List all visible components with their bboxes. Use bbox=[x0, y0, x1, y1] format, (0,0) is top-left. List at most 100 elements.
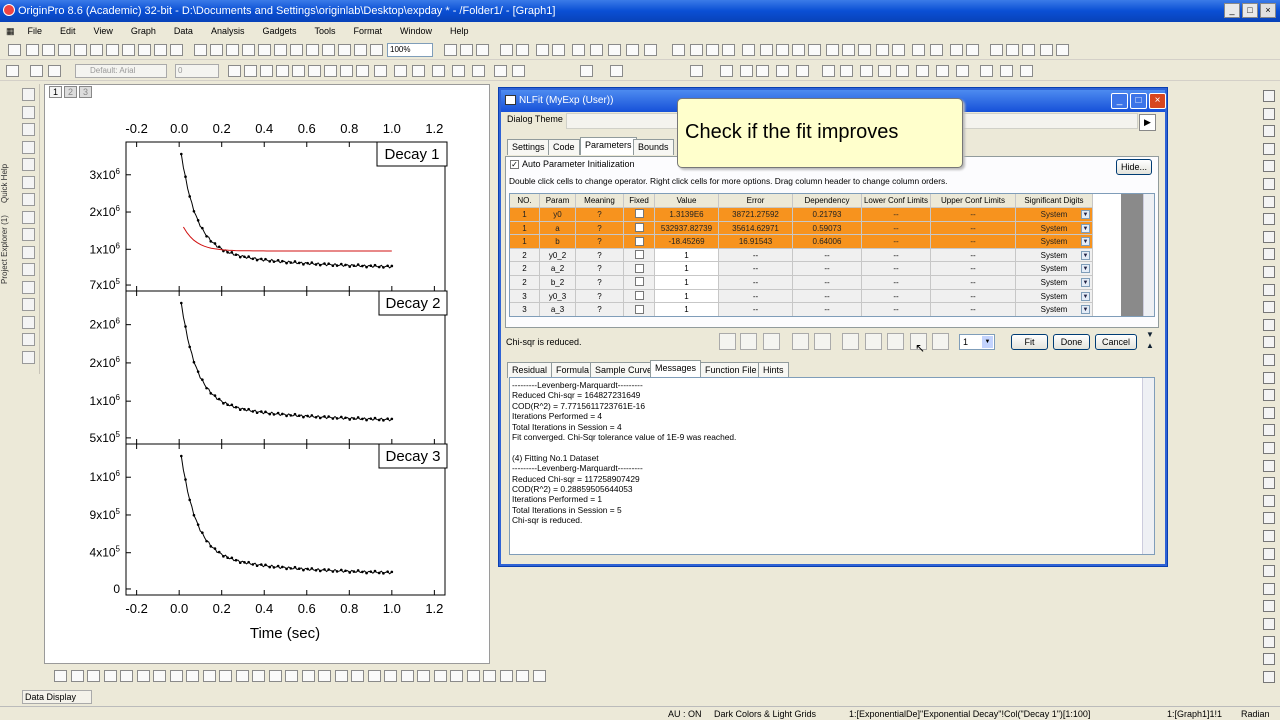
side-tool-icon[interactable] bbox=[1263, 125, 1275, 138]
tool-icon[interactable] bbox=[22, 193, 35, 206]
object-tool-icon[interactable] bbox=[186, 670, 199, 682]
grid-cell[interactable]: System ▼ bbox=[1016, 235, 1093, 249]
done-button[interactable]: Done bbox=[1053, 334, 1090, 350]
format-button-icon[interactable] bbox=[796, 65, 809, 77]
chevron-down-icon[interactable]: ▼ bbox=[1081, 250, 1090, 260]
format-button-icon[interactable] bbox=[980, 65, 993, 77]
format-button-icon[interactable] bbox=[1000, 65, 1013, 77]
grid-cell[interactable]: 1 bbox=[655, 248, 719, 263]
toolbar-button-icon[interactable] bbox=[912, 44, 925, 56]
side-tool-icon[interactable] bbox=[1263, 318, 1275, 331]
tool-icon[interactable] bbox=[22, 315, 35, 329]
grid-cell[interactable]: 38721.27592 bbox=[719, 208, 793, 222]
grid-cell[interactable]: y0_3 bbox=[540, 289, 576, 304]
format-button-icon[interactable] bbox=[512, 65, 525, 77]
grid-cell[interactable]: System ▼ bbox=[1016, 248, 1093, 263]
object-tool-icon[interactable] bbox=[285, 670, 298, 682]
format-button-icon[interactable] bbox=[878, 65, 891, 77]
layer-1-button[interactable]: 1 bbox=[49, 86, 62, 98]
grid-cell[interactable] bbox=[624, 276, 655, 290]
grid-cell[interactable]: -- bbox=[862, 303, 931, 316]
side-tool-icon[interactable] bbox=[1263, 195, 1275, 208]
side-tool-icon[interactable] bbox=[1263, 565, 1275, 578]
tab-code[interactable]: Code bbox=[548, 139, 580, 155]
toolbar-button-icon[interactable] bbox=[626, 44, 639, 56]
toolbar-button-icon[interactable] bbox=[354, 44, 367, 56]
toolbar-button-icon[interactable] bbox=[742, 44, 755, 56]
format-button-icon[interactable] bbox=[374, 65, 387, 77]
grid-cell[interactable]: 3 bbox=[510, 289, 540, 304]
side-tool-icon[interactable] bbox=[1263, 653, 1275, 666]
object-tool-icon[interactable] bbox=[417, 670, 430, 682]
grid-cell[interactable]: -- bbox=[931, 289, 1016, 304]
grid-cell[interactable] bbox=[624, 303, 655, 316]
side-tool-icon[interactable] bbox=[1263, 406, 1275, 419]
iterations-select[interactable]: 1 ▼ bbox=[959, 334, 995, 350]
object-tool-icon[interactable] bbox=[433, 670, 447, 682]
grid-cell[interactable] bbox=[624, 262, 655, 276]
menu-format[interactable]: Format bbox=[345, 26, 392, 36]
toolbar-button-icon[interactable] bbox=[138, 44, 151, 56]
format-button-icon[interactable] bbox=[244, 65, 257, 77]
menu-edit[interactable]: Edit bbox=[51, 26, 85, 36]
grid-cell[interactable] bbox=[624, 235, 655, 249]
toolbar-button-icon[interactable] bbox=[552, 44, 565, 56]
grid-cell[interactable]: ? bbox=[576, 289, 624, 304]
toolbar-button-icon[interactable] bbox=[370, 44, 383, 56]
side-tool-icon[interactable] bbox=[1263, 477, 1275, 490]
grid-cell[interactable]: 1 bbox=[510, 208, 540, 222]
chevron-down-icon[interactable]: ▼ bbox=[1081, 305, 1090, 315]
object-tool-icon[interactable] bbox=[136, 670, 150, 682]
side-tool-icon[interactable] bbox=[1263, 90, 1275, 102]
format-button-icon[interactable] bbox=[452, 65, 465, 77]
side-tool-icon[interactable] bbox=[1263, 266, 1275, 278]
format-button-icon[interactable] bbox=[30, 65, 43, 77]
toolbar-button-icon[interactable] bbox=[516, 44, 529, 56]
object-tool-icon[interactable] bbox=[268, 670, 282, 682]
grid-cell[interactable]: 532937.82739 bbox=[655, 221, 719, 236]
toolbar-button-icon[interactable] bbox=[842, 44, 855, 56]
tab-parameters[interactable]: Parameters bbox=[580, 137, 637, 155]
grid-cell[interactable]: -- bbox=[719, 289, 793, 304]
toolbar-button-icon[interactable] bbox=[760, 44, 773, 56]
grid-cell[interactable]: y0_2 bbox=[540, 248, 576, 263]
fixed-checkbox[interactable] bbox=[634, 250, 644, 260]
parameter-row[interactable]: 2 b_2? 1 -- -- -- -- System ▼ bbox=[510, 276, 1120, 290]
fit-tool-icon[interactable] bbox=[792, 333, 809, 350]
parameter-row[interactable]: 3 y0_3? 1 -- -- -- -- System ▼ bbox=[510, 289, 1120, 304]
toolbar-button-icon[interactable] bbox=[42, 44, 55, 56]
fixed-checkbox[interactable] bbox=[634, 236, 644, 246]
side-tool-icon[interactable] bbox=[1263, 635, 1275, 648]
grid-cell[interactable]: -- bbox=[719, 248, 793, 263]
grid-cell[interactable]: -- bbox=[862, 262, 931, 276]
chevron-down-icon[interactable]: ▼ bbox=[1081, 223, 1090, 233]
grid-cell[interactable]: 16.91543 bbox=[719, 235, 793, 249]
side-tool-icon[interactable] bbox=[1263, 442, 1275, 454]
object-tool-icon[interactable] bbox=[54, 670, 67, 682]
grid-cell[interactable]: -- bbox=[862, 208, 931, 222]
toolbar-button-icon[interactable] bbox=[792, 44, 805, 56]
toolbar-button-icon[interactable] bbox=[74, 44, 87, 56]
fit-tool-icon[interactable] bbox=[740, 333, 757, 350]
grid-cell[interactable]: System ▼ bbox=[1016, 276, 1093, 290]
grid-cell[interactable]: 0.64006 bbox=[793, 235, 862, 249]
format-button-icon[interactable] bbox=[494, 65, 507, 77]
grid-cell[interactable]: -- bbox=[931, 235, 1016, 249]
grid-cell[interactable]: -- bbox=[793, 276, 862, 290]
format-button-icon[interactable] bbox=[48, 65, 61, 77]
chevron-down-icon[interactable]: ▼ bbox=[1081, 264, 1090, 274]
project-explorer-tab[interactable]: Project Explorer (1) bbox=[0, 215, 9, 284]
tool-icon[interactable] bbox=[22, 88, 35, 101]
format-button-icon[interactable] bbox=[916, 65, 929, 77]
object-tool-icon[interactable] bbox=[153, 670, 166, 682]
tool-icon[interactable] bbox=[22, 105, 35, 119]
side-tool-icon[interactable] bbox=[1263, 160, 1275, 173]
tool-icon[interactable] bbox=[22, 210, 35, 224]
toolbar-button-icon[interactable] bbox=[990, 44, 1003, 56]
tool-icon[interactable] bbox=[22, 175, 35, 189]
side-tool-icon[interactable] bbox=[1263, 389, 1275, 402]
object-tool-icon[interactable] bbox=[70, 670, 84, 682]
grid-cell[interactable]: a bbox=[540, 221, 576, 236]
grid-cell[interactable]: -- bbox=[793, 289, 862, 304]
object-tool-icon[interactable] bbox=[235, 670, 249, 682]
